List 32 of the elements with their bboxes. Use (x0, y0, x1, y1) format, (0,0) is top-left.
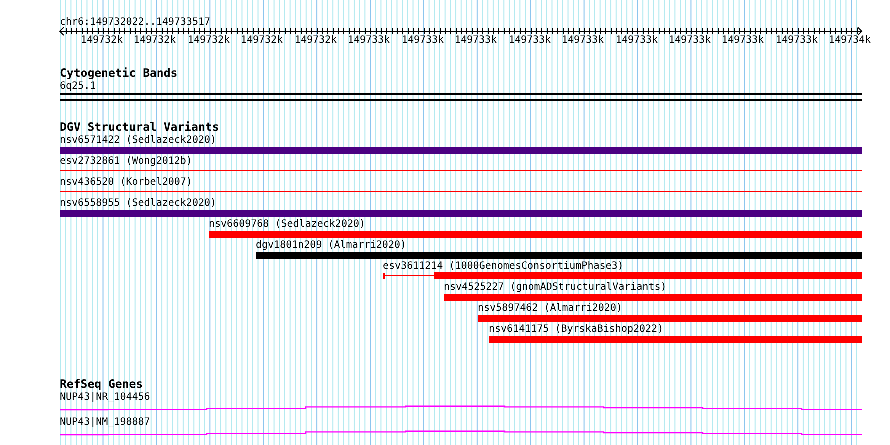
tick-label: 149732k (240, 35, 284, 46)
tick-label: 149733k (401, 35, 445, 46)
variant-label: esv2732861 (Wong2012b) (60, 156, 192, 167)
variant-label: nsv4525227 (gnomADStructuralVariants) (444, 282, 667, 293)
variant-label: dgv1801n209 (Almarri2020) (256, 240, 407, 251)
variant-label: nsv6141175 (ByrskaBishop2022) (489, 324, 664, 335)
track-title: Cytogenetic Bands (60, 67, 178, 80)
transcript-label: NUP43|NM_198887 (60, 417, 150, 428)
tick-label: 149734k (828, 35, 872, 46)
tick-label: 149732k (294, 35, 338, 46)
band-label: 6q25.1 (60, 81, 96, 92)
variant-label: esv3611214 (1000GenomesConsortiumPhase3) (383, 261, 624, 272)
tick-label: 149732k (133, 35, 177, 46)
tick-label: 149732k (80, 35, 124, 46)
variant-label: nsv5897462 (Almarri2020) (478, 303, 622, 314)
variant-label: nsv6571422 (Sedlazeck2020) (60, 135, 217, 146)
variant-label: nsv6558955 (Sedlazeck2020) (60, 198, 217, 209)
transcript-label: NUP43|NR_104456 (60, 392, 150, 403)
tick-label: 149733k (668, 35, 712, 46)
variant-label: nsv436520 (Korbel2007) (60, 177, 192, 188)
tick-label: 149733k (721, 35, 765, 46)
variant-label: nsv6609768 (Sedlazeck2020) (209, 219, 366, 230)
tick-label: 149733k (508, 35, 552, 46)
tick-label: 149733k (775, 35, 819, 46)
tick-label: 149733k (347, 35, 391, 46)
tick-label: 149733k (454, 35, 498, 46)
track-title: RefSeq Genes (60, 378, 144, 391)
tick-label: 149733k (561, 35, 605, 46)
tick-label: 149732k (187, 35, 231, 46)
tick-label: 149733k (615, 35, 659, 46)
region-label: chr6:149732022..149733517 (60, 17, 211, 28)
track-title: DGV Structural Variants (60, 121, 220, 134)
